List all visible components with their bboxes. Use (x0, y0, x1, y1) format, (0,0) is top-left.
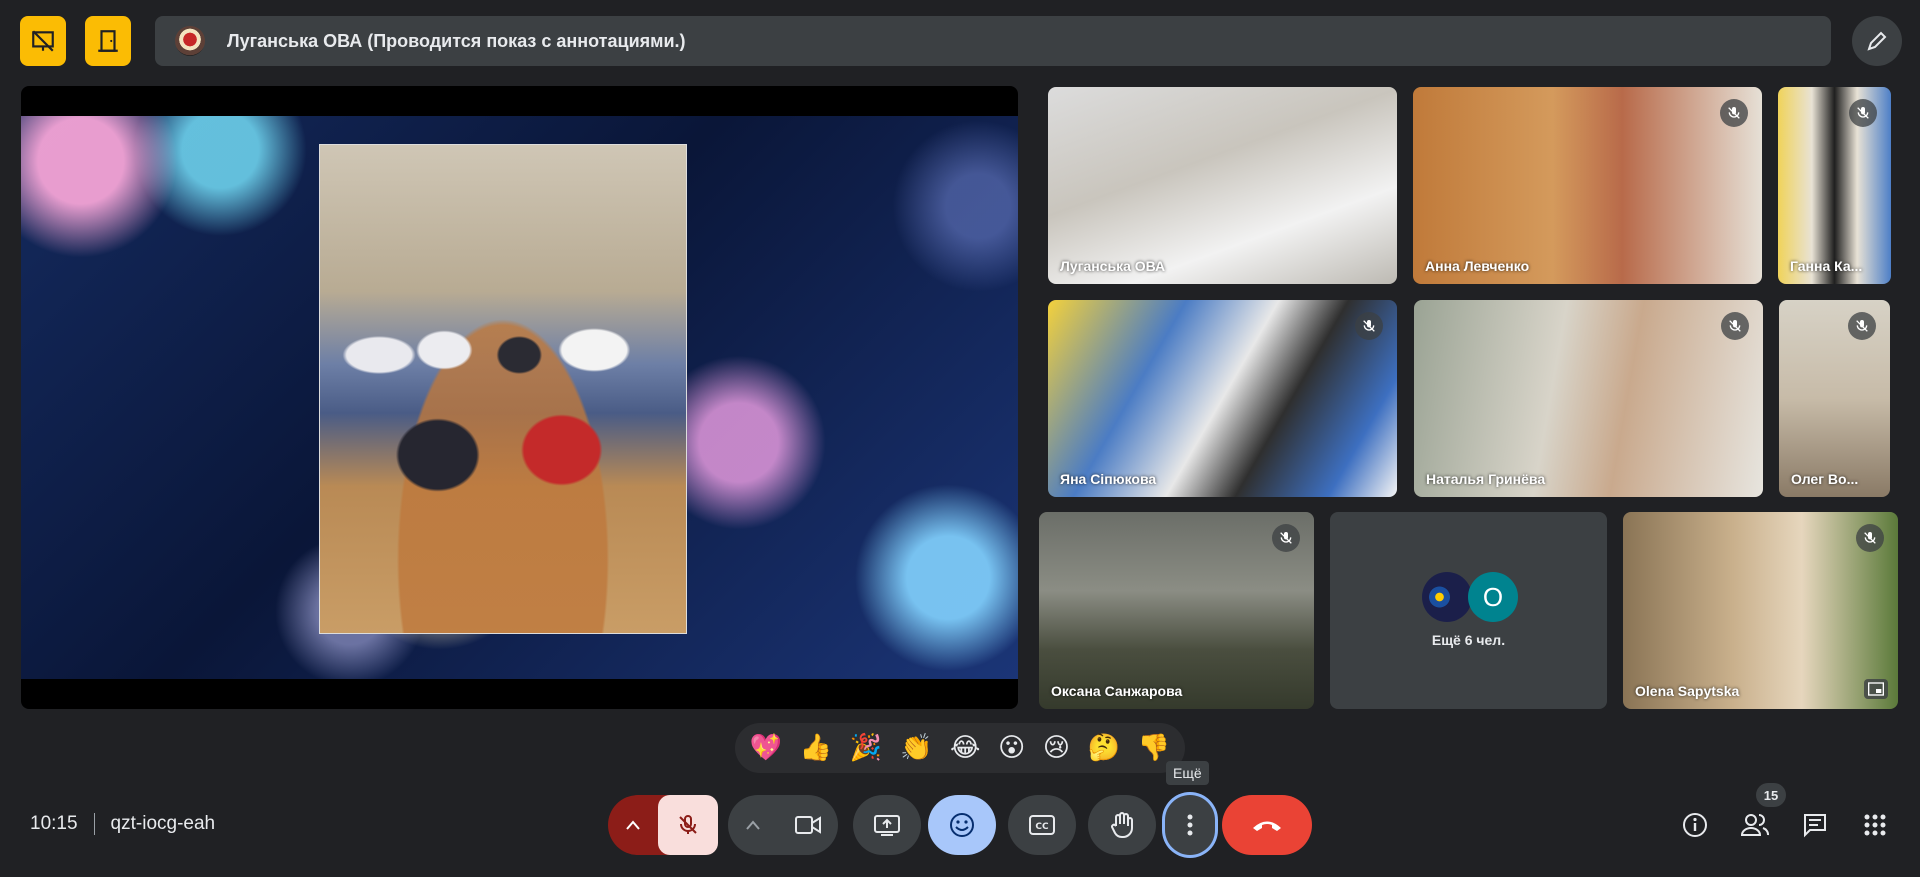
participant-tile[interactable]: Луганська ОВА (1048, 87, 1397, 284)
clock-time: 10:15 (30, 813, 78, 834)
meeting-details-button[interactable] (1675, 805, 1715, 845)
presenter-logo-icon (175, 26, 205, 56)
reaction-thumbs-down[interactable]: 👎 (1138, 733, 1170, 763)
chevron-up-icon (746, 820, 760, 830)
participant-tile[interactable]: Яна Сіпюкова (1048, 300, 1397, 497)
participant-tile[interactable]: Ганна Ка... (1778, 87, 1891, 284)
mic-off-icon (1272, 524, 1300, 552)
room-button[interactable] (85, 16, 131, 66)
door-icon (98, 30, 118, 52)
participant-name: Олег Во... (1791, 471, 1859, 487)
group-photo (319, 144, 687, 634)
mic-off-icon (1849, 99, 1877, 127)
reaction-thinking[interactable]: 🤔 (1088, 733, 1120, 763)
participant-tile[interactable]: Анна Левченко (1413, 87, 1762, 284)
camera-group (728, 795, 838, 855)
presentation-view[interactable] (21, 86, 1018, 709)
video-camera-icon (795, 816, 821, 834)
participant-tile[interactable]: Olena Sapytska (1623, 512, 1898, 709)
apps-grid-icon (1864, 814, 1886, 836)
participant-name: Анна Левченко (1425, 258, 1530, 274)
meeting-title-bar[interactable]: Луганська ОВА (Проводится показ с аннота… (155, 16, 1831, 66)
pen-icon (1867, 31, 1887, 51)
participant-name: Olena Sapytska (1635, 683, 1740, 699)
audio-options-button[interactable] (608, 795, 658, 855)
present-screen-button[interactable] (853, 795, 921, 855)
chevron-up-icon (626, 820, 640, 830)
participant-name: Луганська ОВА (1060, 258, 1166, 274)
more-participants-tile[interactable]: O Ещё 6 чел. (1330, 512, 1607, 709)
end-call-button[interactable] (1222, 795, 1312, 855)
participant-name: Оксана Санжарова (1051, 683, 1183, 699)
people-button[interactable] (1735, 805, 1775, 845)
meeting-code: qzt-iocg-eah (110, 813, 216, 834)
mic-off-icon (1848, 312, 1876, 340)
participant-tile[interactable]: Наталья Гринёва (1414, 300, 1763, 497)
mic-off-icon (1721, 312, 1749, 340)
chat-button[interactable] (1795, 805, 1835, 845)
more-options-button[interactable] (1165, 795, 1215, 855)
people-icon (1740, 814, 1769, 836)
more-participants-label: Ещё 6 чел. (1431, 632, 1506, 648)
hand-icon (1111, 812, 1133, 839)
more-options-tooltip: Ещё (1166, 761, 1209, 785)
svg-text:CC: CC (1035, 822, 1049, 832)
emoji-icon (950, 813, 974, 837)
present-screen-icon (874, 815, 900, 836)
mic-off-icon (1720, 99, 1748, 127)
hide-layout-button[interactable] (20, 16, 66, 66)
pip-icon[interactable] (1864, 679, 1888, 699)
more-vertical-icon (1187, 814, 1193, 836)
reaction-surprised[interactable]: 😮 (998, 733, 1025, 763)
video-options-button[interactable] (728, 795, 778, 855)
closed-captions-icon: CC (1029, 815, 1055, 835)
participant-tile[interactable]: Олег Во... (1779, 300, 1890, 497)
meeting-title: Луганська ОВА (Проводится показ с аннота… (227, 30, 686, 51)
mic-off-icon (679, 815, 697, 834)
meeting-info: 10:15 qzt-iocg-eah (30, 813, 215, 835)
participant-avatar: O (1468, 572, 1518, 622)
reaction-laugh[interactable]: 😂 (950, 733, 980, 763)
presentation-slide (21, 116, 1018, 679)
raise-hand-button[interactable] (1088, 795, 1156, 855)
reactions-bar: 💖 👍 🎉 👏 😂 😮 😢 🤔 👎 (735, 723, 1185, 773)
mic-group (608, 795, 718, 855)
participant-name: Ганна Ка... (1790, 258, 1863, 274)
hang-up-icon (1253, 821, 1281, 831)
participant-count-badge: 15 (1756, 783, 1786, 807)
reaction-sad[interactable]: 😢 (1043, 733, 1070, 763)
captions-button[interactable]: CC (1008, 795, 1076, 855)
reactions-button[interactable] (928, 795, 996, 855)
divider (93, 813, 95, 835)
reaction-party[interactable]: 🎉 (850, 733, 882, 763)
info-icon (1683, 813, 1707, 837)
reaction-thumbs-up[interactable]: 👍 (800, 733, 832, 763)
participant-tile[interactable]: Оксана Санжарова (1039, 512, 1314, 709)
mic-toggle-button[interactable] (658, 795, 718, 855)
camera-toggle-button[interactable] (778, 795, 838, 855)
reaction-clap[interactable]: 👏 (900, 733, 932, 763)
annotate-button[interactable] (1852, 16, 1902, 66)
mic-off-icon (1355, 312, 1383, 340)
chat-icon (1804, 814, 1826, 838)
participant-name: Яна Сіпюкова (1060, 471, 1157, 487)
reaction-heart[interactable]: 💖 (750, 733, 782, 763)
mic-off-icon (1856, 524, 1884, 552)
participant-name: Наталья Гринёва (1426, 471, 1546, 487)
presentation-off-icon (32, 30, 54, 52)
participant-avatar (1422, 572, 1472, 622)
activities-button[interactable] (1855, 805, 1895, 845)
